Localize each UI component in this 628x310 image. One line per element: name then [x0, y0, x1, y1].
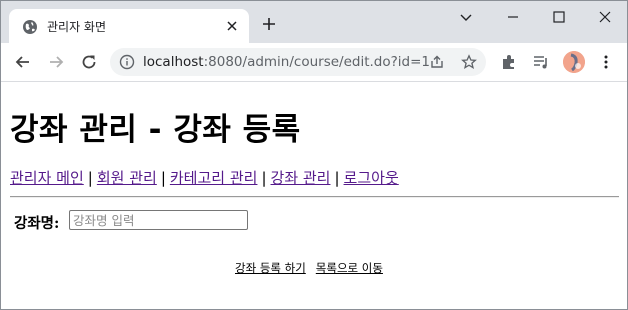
url-text[interactable]: localhost:8080/admin/course/edit.do?id=1	[143, 54, 430, 70]
forward-arrow-icon[interactable]	[47, 53, 65, 71]
new-tab-icon[interactable]	[261, 16, 277, 32]
nav-link-courses[interactable]: 강좌 관리	[271, 169, 331, 187]
divider	[10, 196, 619, 198]
star-icon[interactable]	[461, 54, 477, 70]
tab-strip: 관리자 화면	[1, 1, 627, 43]
maximize-icon[interactable]	[549, 7, 569, 27]
close-window-icon[interactable]	[595, 7, 615, 27]
profile-image-icon	[563, 51, 585, 73]
info-icon[interactable]	[119, 54, 135, 70]
media-queue-icon[interactable]	[532, 53, 550, 71]
avatar[interactable]	[563, 51, 585, 73]
nav-separator: |	[160, 169, 166, 187]
browser-window: 관리자 화면 localhost:8080/admin/course/edit.…	[0, 0, 628, 310]
register-course-link[interactable]: 강좌 등록 하기	[235, 261, 306, 275]
nav-link-logout[interactable]: 로그아웃	[344, 169, 399, 187]
admin-nav: 관리자 메인 | 회원 관리 | 카테고리 관리 | 강좌 관리 | 로그아웃	[10, 167, 399, 188]
chevron-down-icon[interactable]	[456, 7, 476, 27]
tab-title: 관리자 화면	[47, 20, 107, 34]
reload-icon[interactable]	[80, 53, 98, 71]
page-title: 강좌 관리 - 강좌 등록	[10, 112, 301, 148]
form-actions: 강좌 등록 하기 목록으로 이동	[235, 260, 393, 276]
menu-dots-icon[interactable]	[597, 53, 615, 71]
close-icon[interactable]	[224, 18, 240, 34]
active-tab[interactable]: 관리자 화면	[9, 9, 249, 43]
page-content: 강좌 관리 - 강좌 등록 관리자 메인 | 회원 관리 | 카테고리 관리 | 강좌 관리…	[1, 82, 627, 309]
course-name-input[interactable]	[69, 210, 248, 230]
nav-separator: |	[87, 169, 93, 187]
back-arrow-icon[interactable]	[14, 53, 32, 71]
minimize-icon[interactable]	[503, 7, 523, 27]
nav-link-admin-main[interactable]: 관리자 메인	[10, 169, 84, 187]
toolbar: localhost:8080/admin/course/edit.do?id=1	[1, 43, 627, 82]
nav-separator: |	[334, 169, 340, 187]
go-to-list-link[interactable]: 목록으로 이동	[316, 261, 383, 275]
globe-icon	[23, 20, 37, 34]
extensions-icon[interactable]	[500, 53, 518, 71]
course-name-label: 강좌명:	[14, 215, 60, 232]
share-icon[interactable]	[429, 54, 445, 70]
nav-separator: |	[261, 169, 267, 187]
address-bar[interactable]: localhost:8080/admin/course/edit.do?id=1	[110, 48, 486, 76]
nav-link-members[interactable]: 회원 관리	[97, 169, 157, 187]
nav-link-categories[interactable]: 카테고리 관리	[170, 169, 258, 187]
